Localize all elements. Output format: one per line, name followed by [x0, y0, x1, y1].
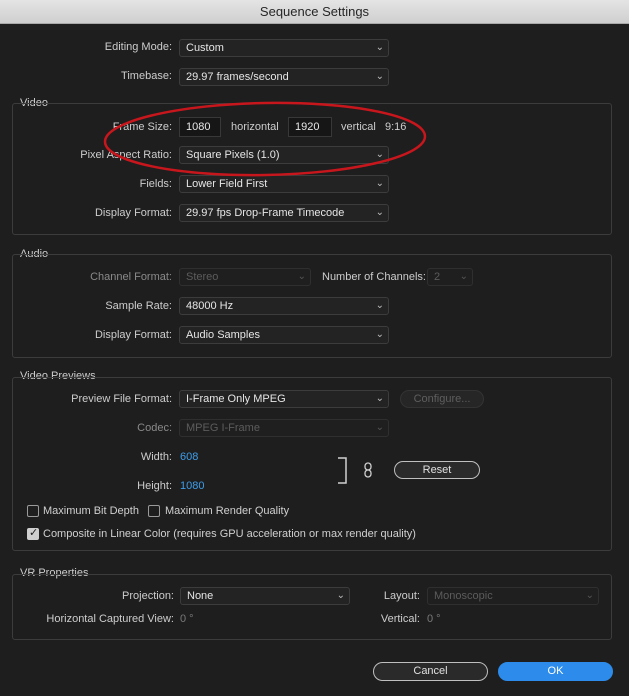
projection-select[interactable]: None ⌄: [180, 587, 350, 605]
chevron-down-icon: ⌄: [375, 393, 384, 404]
chevron-down-icon: ⌄: [375, 71, 384, 82]
audio-display-format-label: Display Format:: [94, 329, 172, 341]
sample-rate-value: 48000 Hz: [186, 300, 234, 312]
timebase-value: 29.97 frames/second: [186, 71, 289, 83]
max-bit-depth-checkbox[interactable]: [27, 505, 39, 517]
max-render-quality-checkbox[interactable]: [148, 505, 160, 517]
num-channels-label: Number of Channels:: [322, 271, 426, 283]
window-title: Sequence Settings: [0, 0, 629, 24]
codec-value: MPEG I-Frame: [186, 422, 260, 434]
vr-vertical-label: Vertical:: [380, 613, 420, 625]
num-channels-select[interactable]: 2 ⌄: [427, 268, 473, 286]
chevron-down-icon: ⌄: [375, 42, 384, 53]
checkmark-icon: ✓: [29, 527, 39, 539]
configure-button[interactable]: Configure...: [400, 390, 484, 408]
chevron-down-icon: ⌄: [375, 300, 384, 311]
video-display-format-label: Display Format:: [94, 207, 172, 219]
editing-mode-label: Editing Mode:: [104, 41, 172, 53]
codec-label: Codec:: [137, 422, 172, 434]
preview-file-format-label: Preview File Format:: [71, 393, 172, 405]
audio-display-format-select[interactable]: Audio Samples ⌄: [179, 326, 389, 344]
ok-button[interactable]: OK: [498, 662, 613, 681]
num-channels-value: 2: [434, 271, 441, 283]
sample-rate-select[interactable]: 48000 Hz ⌄: [179, 297, 389, 315]
max-render-quality-label: Maximum Render Quality: [165, 505, 290, 517]
chevron-down-icon: ⌄: [297, 271, 306, 282]
chain-link-icon[interactable]: [363, 462, 373, 478]
preview-width-label: Width:: [140, 451, 172, 463]
h-captured-view-label: Horizontal Captured View:: [46, 613, 174, 625]
chevron-down-icon: ⌄: [375, 329, 384, 340]
reset-button[interactable]: Reset: [394, 461, 480, 479]
editing-mode-select[interactable]: Custom ⌄: [179, 39, 389, 57]
editing-mode-value: Custom: [186, 42, 224, 54]
layout-label: Layout:: [383, 590, 420, 602]
annotation-ellipse: [103, 101, 427, 177]
vr-section: [12, 574, 612, 640]
timebase-label: Timebase:: [121, 70, 172, 82]
layout-value: Monoscopic: [434, 590, 493, 602]
preview-height-value[interactable]: 1080: [180, 480, 204, 492]
channel-format-value: Stereo: [186, 271, 219, 283]
preview-height-label: Height:: [137, 480, 172, 492]
chevron-down-icon: ⌄: [585, 590, 594, 601]
link-bracket: [338, 457, 347, 484]
max-bit-depth-label: Maximum Bit Depth: [43, 505, 139, 517]
vr-vertical-value[interactable]: 0 °: [427, 613, 441, 625]
preview-width-value[interactable]: 608: [180, 451, 198, 463]
chevron-down-icon: ⌄: [375, 422, 384, 433]
h-captured-view-value[interactable]: 0 °: [180, 613, 194, 625]
projection-value: None: [187, 590, 214, 602]
layout-select[interactable]: Monoscopic ⌄: [427, 587, 599, 605]
preview-file-format-value: I-Frame Only MPEG: [186, 393, 286, 405]
preview-file-format-select[interactable]: I-Frame Only MPEG ⌄: [179, 390, 389, 408]
video-display-format-select[interactable]: 29.97 fps Drop-Frame Timecode ⌄: [179, 204, 389, 222]
codec-select[interactable]: MPEG I-Frame ⌄: [179, 419, 389, 437]
channel-format-label: Channel Format:: [90, 271, 172, 283]
linear-color-checkbox[interactable]: ✓: [27, 527, 39, 540]
channel-format-select[interactable]: Stereo ⌄: [179, 268, 311, 286]
chevron-down-icon: ⌄: [375, 207, 384, 218]
audio-display-format-value: Audio Samples: [186, 329, 260, 341]
timebase-select[interactable]: 29.97 frames/second ⌄: [179, 68, 389, 86]
chevron-down-icon: ⌄: [459, 271, 468, 282]
video-display-format-value: 29.97 fps Drop-Frame Timecode: [186, 207, 345, 219]
sample-rate-label: Sample Rate:: [105, 300, 172, 312]
cancel-button[interactable]: Cancel: [373, 662, 488, 681]
projection-label: Projection:: [122, 590, 174, 602]
linear-color-label: Composite in Linear Color (requires GPU …: [43, 528, 416, 540]
